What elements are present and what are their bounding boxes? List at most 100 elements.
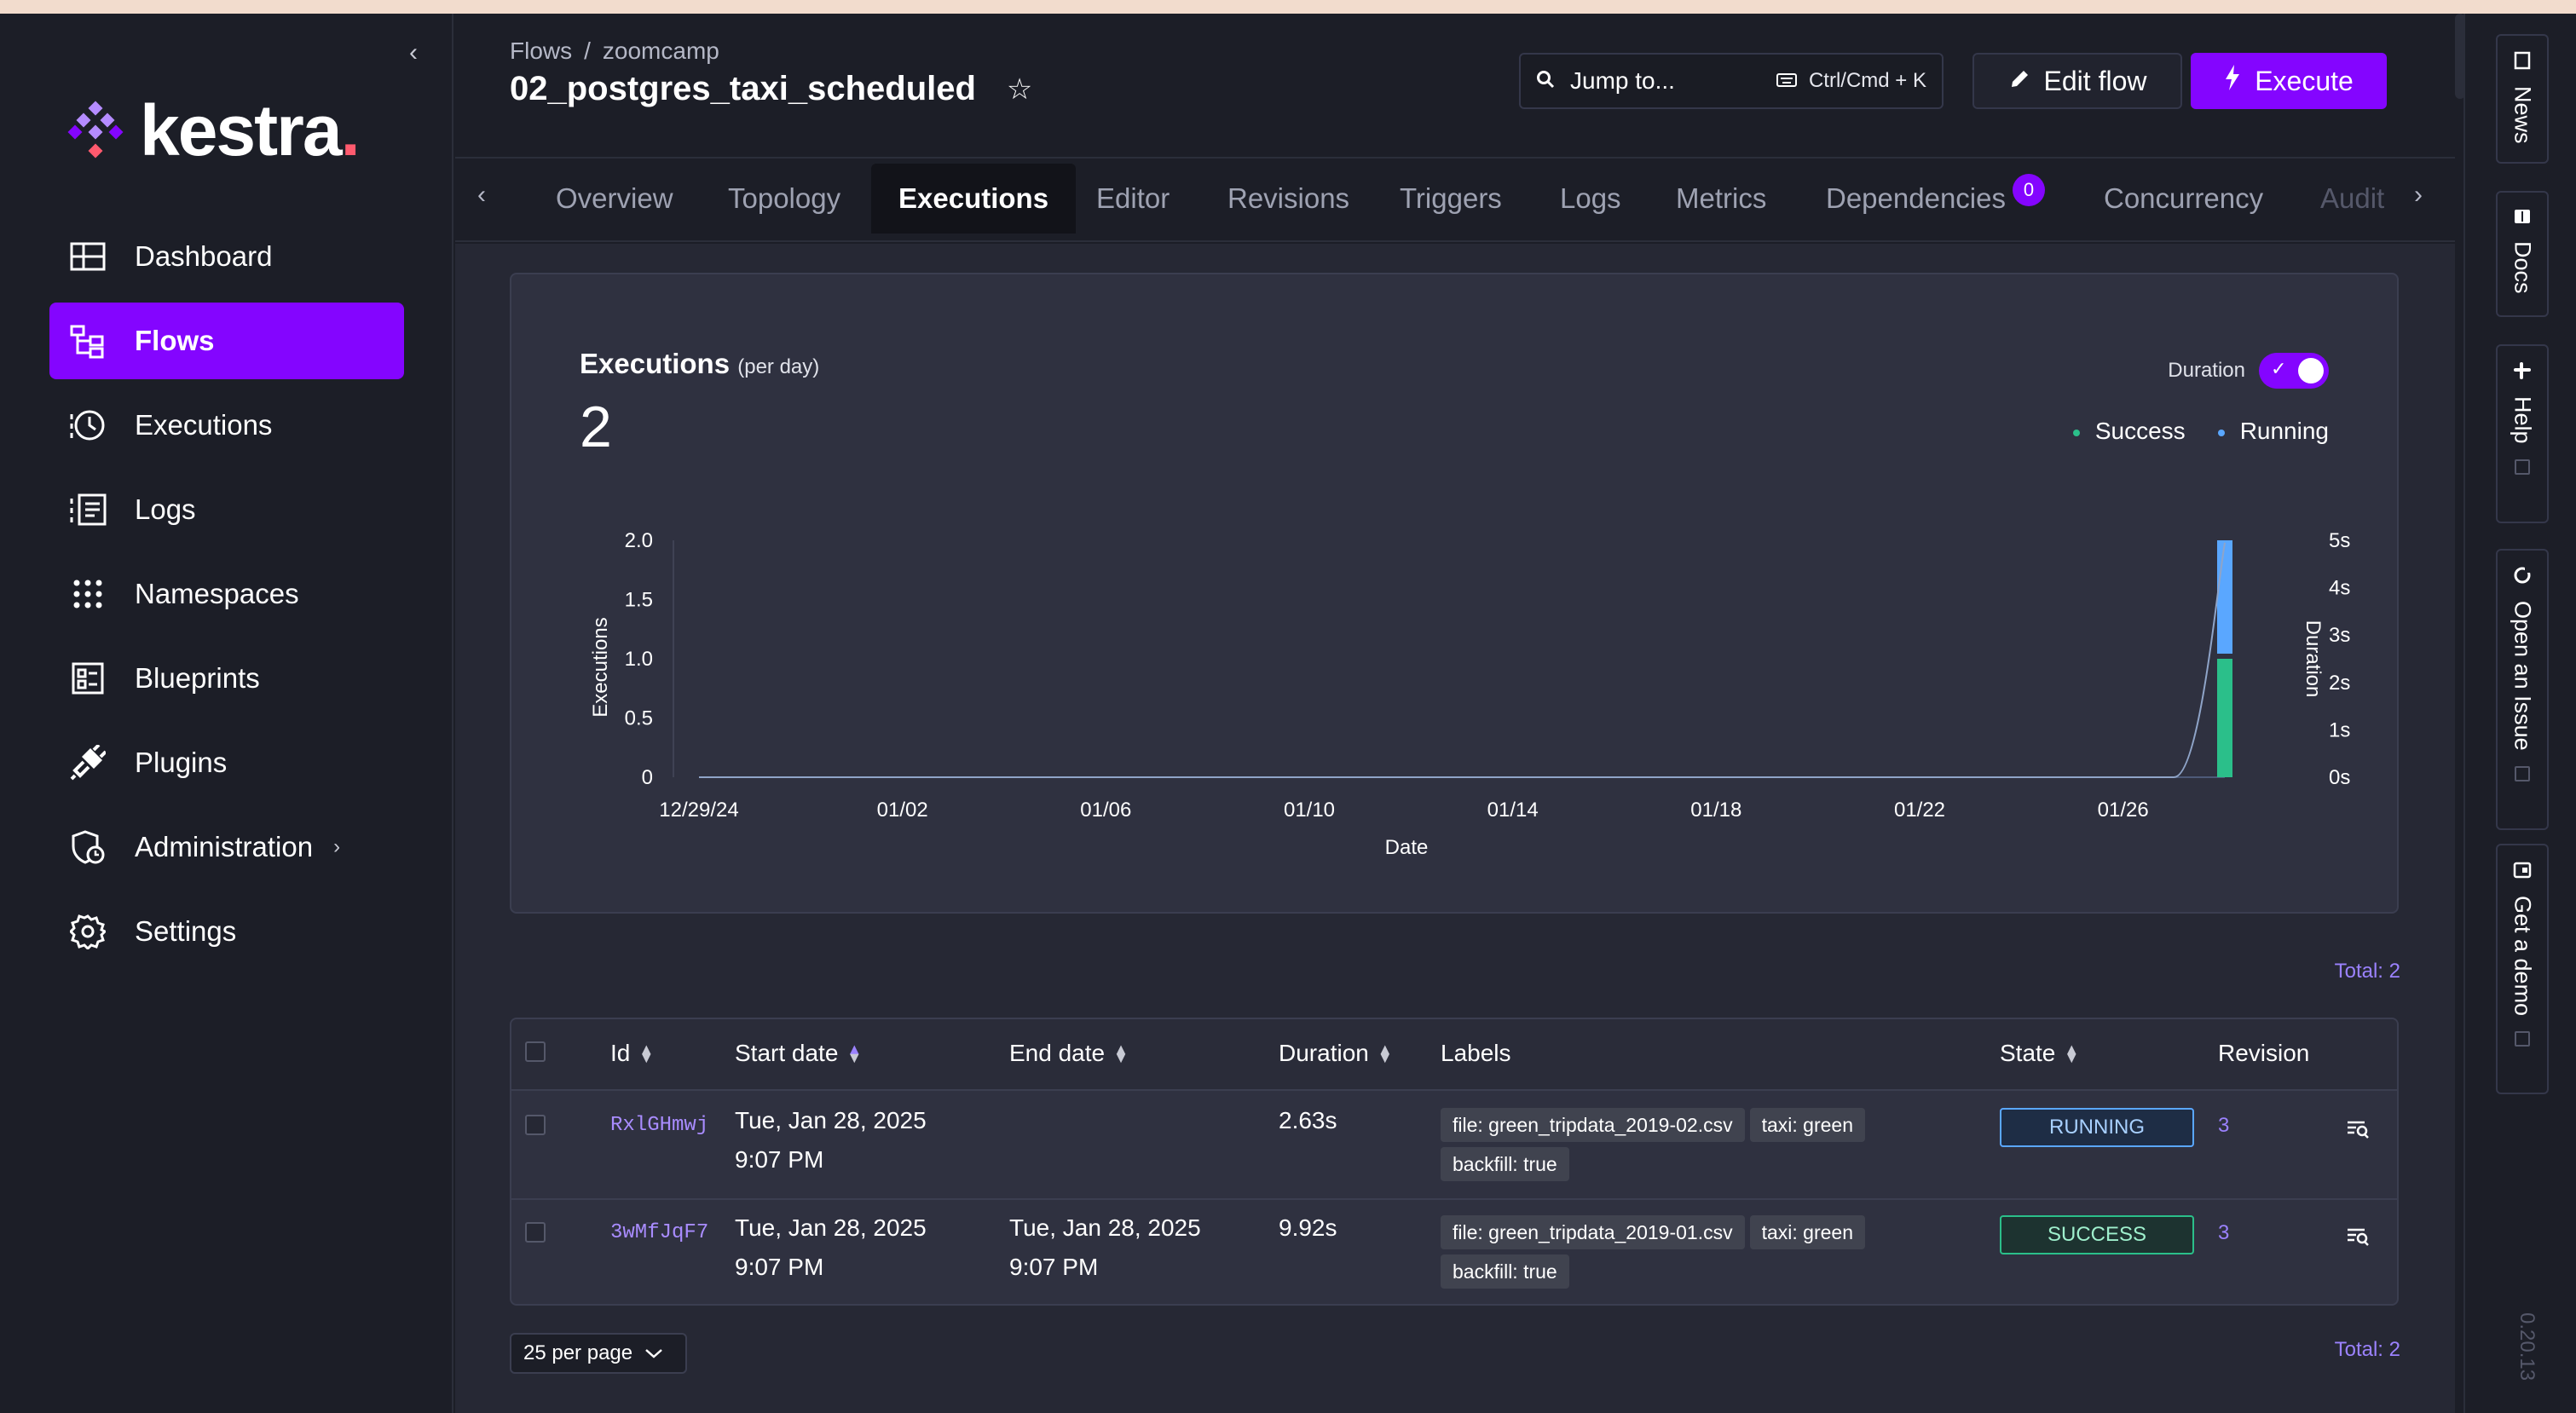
column-duration[interactable]: Duration ▲ ▼ [1279,1040,1393,1067]
x-tick-label: 01/18 [1690,799,1741,822]
row-checkbox[interactable] [525,1222,546,1243]
sidebar-item-plugins[interactable]: Plugins [49,724,404,801]
tab-metrics[interactable]: Metrics [1676,164,1766,234]
blueprints-icon [68,659,107,698]
y2-tick-label: 3s [2329,624,2350,647]
sidebar-item-executions[interactable]: Executions [49,387,404,464]
tab-topology[interactable]: Topology [728,164,840,234]
collapse-sidebar-icon[interactable]: ‹ [401,37,426,68]
sidebar-item-settings[interactable]: Settings [49,893,404,970]
per-page-select[interactable]: 25 per page [510,1333,687,1374]
label-chip[interactable]: file: green_tripdata_2019-02.csv [1441,1108,1745,1142]
breadcrumb-namespace-link[interactable]: zoomcamp [603,37,719,64]
sidebar-item-label: Blueprints [135,662,260,694]
view-details-icon[interactable] [2346,1226,2371,1251]
search-icon [1536,67,1555,95]
execution-id-link[interactable]: RxlGHmwj [610,1106,708,1145]
sidebar-item-dashboard[interactable]: Dashboard [49,218,404,295]
legend-running-label: Running [2239,418,2329,444]
tab-dependencies[interactable]: Dependencies 0 [1826,164,2045,234]
column-id-label: Id [610,1040,631,1066]
sidebar-item-label: Administration [135,831,314,862]
rail-get-demo[interactable]: Get a demo [2496,844,2549,1094]
rail-help[interactable]: Help [2496,344,2549,523]
tab-executions[interactable]: Executions [871,164,1077,234]
revision-link[interactable]: 3 [2218,1106,2229,1145]
tab-triggers[interactable]: Triggers [1400,164,1502,234]
tab-audit[interactable]: Audit [2320,164,2384,234]
x-tick-label: 01/06 [1080,799,1131,822]
logs-icon [68,490,107,529]
table-row[interactable]: RxlGHmwj Tue, Jan 28, 2025 9:07 PM 2.63s … [511,1093,2397,1200]
label-chip[interactable]: taxi: green [1749,1215,1866,1249]
sidebar-item-blueprints[interactable]: Blueprints [49,640,404,717]
y2-tick-label: 1s [2329,718,2350,741]
window-top-strip [0,0,2576,14]
label-chip[interactable]: file: green_tripdata_2019-01.csv [1441,1215,1745,1249]
start-date: Tue, Jan 28, 2025 [735,1214,927,1241]
table-row[interactable]: 3wMfJqF7 Tue, Jan 28, 2025 9:07 PM Tue, J… [511,1200,2397,1304]
execution-id-link[interactable]: 3wMfJqF7 [610,1214,708,1253]
gear-icon [68,912,107,951]
column-start-date[interactable]: Start date ▲ ▼ [735,1040,862,1067]
label-chip[interactable]: backfill: true [1441,1147,1569,1181]
column-revision: Revision [2218,1040,2309,1067]
sidebar: ‹ kestra. Dashboard Flows Executions Log… [0,14,453,1413]
tabs-scroll-left-icon[interactable]: ‹ [477,181,486,210]
tabs-scroll-right-icon[interactable]: › [2414,181,2423,210]
label-chip[interactable]: backfill: true [1441,1254,1569,1289]
sidebar-item-namespaces[interactable]: Namespaces [49,556,404,632]
legend-running[interactable]: Running [2217,418,2329,445]
tab-concurrency[interactable]: Concurrency [2104,164,2263,234]
sidebar-item-label: Settings [135,915,237,947]
duration-toggle[interactable]: Duration ✓ [2168,353,2329,389]
duration-switch[interactable]: ✓ [2259,353,2329,389]
x-tick-label: 01/10 [1284,799,1335,822]
rail-docs-label: Docs [2510,241,2536,294]
sidebar-item-flows[interactable]: Flows [49,303,404,379]
sidebar-item-logs[interactable]: Logs [49,471,404,548]
tab-revisions[interactable]: Revisions [1227,164,1349,234]
revision-link[interactable]: 3 [2218,1214,2229,1253]
column-id[interactable]: Id ▲ ▼ [610,1040,654,1067]
chart-title: Executions (per day) [580,348,819,380]
edit-flow-button[interactable]: Edit flow [1972,53,2182,109]
sidebar-item-administration[interactable]: Administration › [49,809,404,885]
main-content: 0 0.5 1.0 1.5 2.0 0s 1s 2s 3s 4s 5s 12/29/24 01/02 01… [455,244,2455,1413]
jump-to-search[interactable]: Jump to... Ctrl/Cmd + K [1519,53,1944,109]
star-icon[interactable]: ☆ [1007,72,1032,107]
success-dot-icon [2072,429,2080,436]
y-axis-title: Executions [589,617,612,717]
duration-cell: 2.63s [1279,1107,1337,1133]
select-all-checkbox[interactable] [525,1041,546,1062]
switch-knob [2298,358,2324,384]
column-state[interactable]: State ▲ ▼ [2000,1040,2079,1067]
legend-success[interactable]: Success [2072,418,2186,445]
sidebar-nav: Dashboard Flows Executions Logs Namespac… [49,218,404,978]
sidebar-item-label: Flows [135,325,215,356]
label-chip[interactable]: taxi: green [1749,1108,1866,1142]
column-end-date-label: End date [1009,1040,1106,1066]
tab-logs[interactable]: Logs [1560,164,1621,234]
rail-news[interactable]: News [2496,34,2549,164]
news-icon [2514,51,2531,74]
tab-overview[interactable]: Overview [556,164,673,234]
view-details-icon[interactable] [2346,1118,2371,1144]
right-rail: News Docs Help Open an Issue Get a demo [2463,14,2576,1413]
rail-help-label: Help [2510,396,2536,444]
column-end-date[interactable]: End date ▲ ▼ [1009,1040,1129,1067]
tab-editor[interactable]: Editor [1096,164,1170,234]
chart-subtitle: (per day) [737,355,820,378]
total-count-bottom: Total: 2 [2334,1338,2400,1361]
y2-tick-label: 2s [2329,672,2350,695]
start-time: 9:07 PM [735,1146,824,1173]
rail-docs[interactable]: Docs [2496,191,2549,317]
chevron-right-icon: › [333,835,341,858]
kestra-logo[interactable]: kestra. [67,84,361,177]
breadcrumb-flows-link[interactable]: Flows [510,37,572,64]
execute-button[interactable]: Execute [2191,53,2387,109]
y2-tick-label: 4s [2329,577,2350,600]
row-checkbox[interactable] [525,1115,546,1135]
rail-open-issue[interactable]: Open an Issue [2496,549,2549,830]
shield-clock-icon [68,828,107,867]
